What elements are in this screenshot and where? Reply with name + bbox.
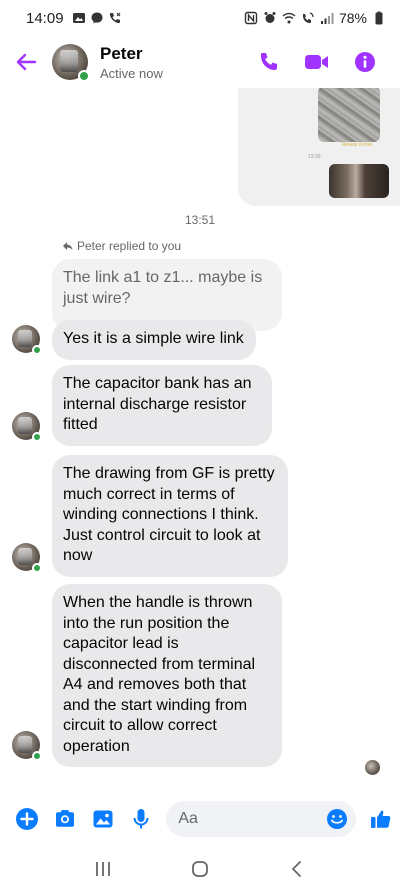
back-button[interactable] (0, 36, 52, 88)
camera-button[interactable] (46, 799, 84, 839)
signal-icon (320, 13, 334, 24)
online-indicator (78, 70, 90, 82)
online-indicator (32, 563, 42, 573)
microphone-icon (133, 809, 149, 829)
online-indicator (32, 432, 42, 442)
image-icon (93, 810, 113, 828)
online-indicator (32, 345, 42, 355)
status-bar: 14:09 78% (0, 0, 400, 36)
wifi-calling-icon (302, 12, 314, 23)
conversation-header: Peter Active now (0, 36, 400, 88)
nfc-icon (244, 11, 258, 25)
home-button[interactable] (180, 851, 220, 887)
sender-avatar[interactable] (12, 412, 42, 442)
received-message[interactable]: The capacitor bank has an internal disch… (52, 365, 272, 446)
sent-image-caption: Reveal in line (342, 142, 373, 148)
sender-avatar[interactable] (12, 731, 42, 761)
received-message[interactable]: Yes it is a simple wire link (52, 320, 256, 360)
gallery-notification-icon (72, 13, 85, 23)
online-indicator (32, 751, 42, 761)
message-list[interactable]: Reveal in line 13:39 13:51 Peter replied… (0, 88, 400, 788)
contact-status: Active now (100, 65, 163, 81)
alarm-icon (264, 12, 276, 23)
messenger-notification-icon (91, 12, 103, 24)
sent-photo-thumbnail[interactable] (318, 88, 380, 142)
reply-indicator: Peter replied to you (62, 239, 181, 253)
video-icon (305, 55, 328, 69)
message-input[interactable] (178, 810, 326, 828)
sent-photo-thumbnail-2[interactable] (329, 164, 389, 198)
arrow-left-icon (16, 53, 37, 71)
like-button[interactable] (362, 799, 400, 839)
reply-arrow-icon (63, 242, 73, 250)
read-receipt-avatar (365, 760, 380, 775)
sent-image-time: 13:39 (308, 154, 321, 160)
conversation-info-button[interactable] (352, 49, 378, 75)
header-actions (256, 49, 400, 75)
emoji-icon[interactable] (326, 808, 348, 830)
plus-circle-icon (16, 808, 39, 830)
message-composer (0, 795, 400, 843)
status-notification-icons (72, 11, 122, 25)
reply-label-text: Peter replied to you (77, 239, 182, 253)
message-input-container[interactable] (166, 801, 356, 837)
message-timestamp: 13:51 (184, 213, 216, 227)
camera-icon (56, 810, 75, 827)
contact-avatar[interactable] (52, 44, 90, 82)
thumbs-up-icon (370, 810, 391, 828)
battery-percent: 78% (338, 10, 367, 26)
sender-avatar[interactable] (12, 325, 42, 355)
recent-apps-icon (96, 861, 111, 876)
missed-call-icon (109, 12, 120, 23)
phone-icon (261, 53, 277, 70)
chevron-left-icon (291, 860, 301, 877)
wifi-icon (282, 12, 296, 24)
sender-avatar[interactable] (12, 543, 42, 573)
status-system-icons: 78% (244, 10, 386, 26)
gallery-button[interactable] (84, 799, 122, 839)
video-call-button[interactable] (304, 49, 330, 75)
received-message[interactable]: When the handle is thrown into the run p… (52, 584, 282, 767)
info-icon (355, 52, 375, 72)
recent-apps-button[interactable] (83, 851, 123, 887)
system-navigation-bar (0, 848, 400, 889)
audio-call-button[interactable] (256, 49, 282, 75)
system-back-button[interactable] (277, 851, 317, 887)
battery-icon (375, 11, 383, 25)
home-icon (192, 860, 208, 877)
contact-info[interactable]: Peter Active now (100, 44, 163, 81)
voice-message-button[interactable] (122, 799, 160, 839)
status-time: 14:09 (26, 9, 64, 27)
received-message[interactable]: The drawing from GF is pretty much corre… (52, 455, 288, 577)
contact-name: Peter (100, 43, 143, 63)
more-actions-button[interactable] (8, 799, 46, 839)
